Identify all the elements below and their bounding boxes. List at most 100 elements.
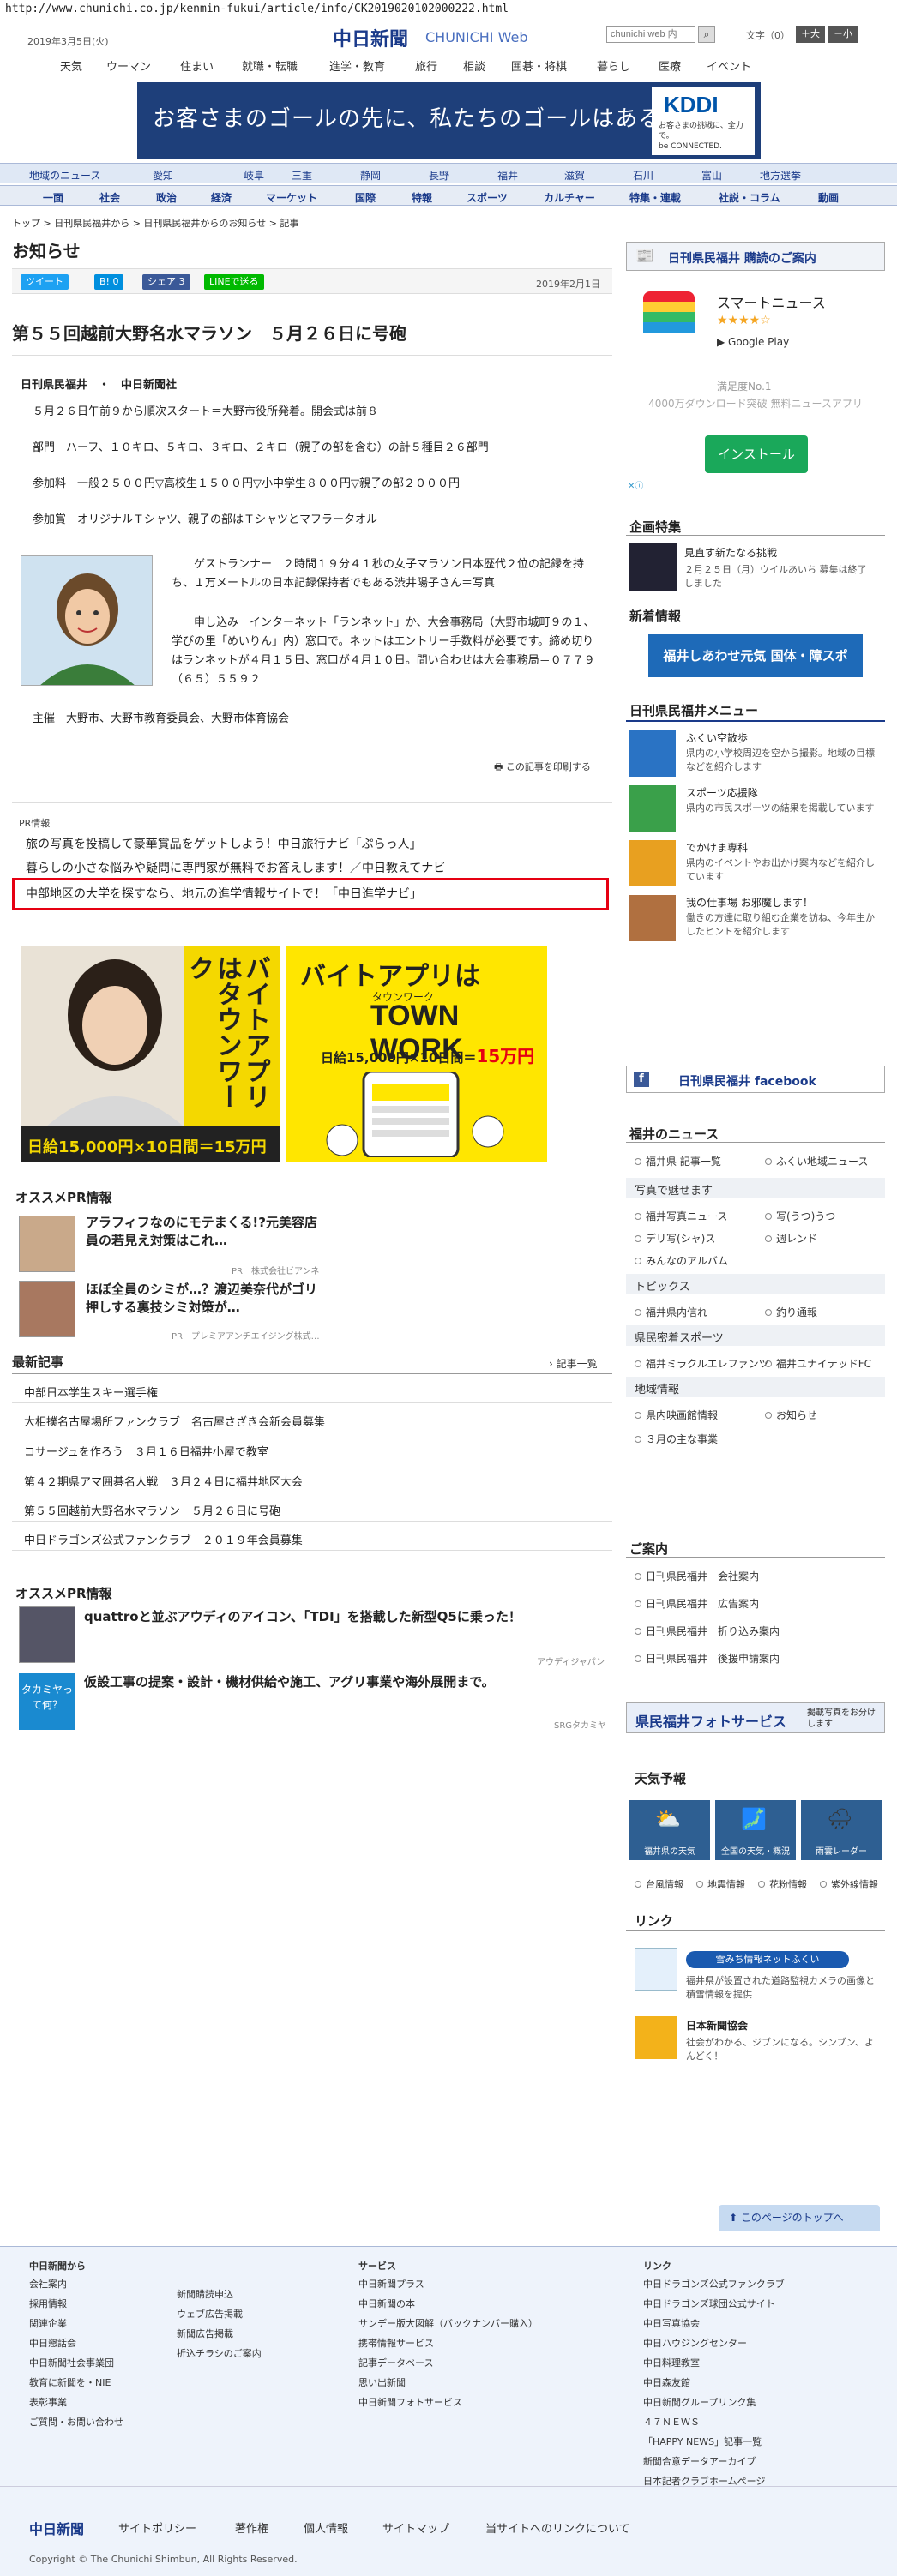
breadcrumb[interactable]: トップ > 日刊県民福井から > 日刊県民福井からのお知らせ > 記事	[12, 216, 298, 230]
area-link[interactable]: ３月の主な事業	[635, 1432, 718, 1446]
footer-link[interactable]: 中日新聞プラス	[358, 2274, 538, 2294]
cat-item[interactable]: 一面	[43, 190, 63, 205]
latest-item[interactable]: 第５５回越前大野名水マラソン ５月２６日に号砲	[24, 1502, 280, 1518]
footer-link[interactable]: ４７ＮＥＷＳ	[643, 2412, 785, 2432]
footer-link[interactable]: 教育に新聞を・NIE	[29, 2373, 123, 2393]
gnav-item[interactable]: 相談	[463, 57, 485, 74]
news-link[interactable]: ふくい地域ニュース	[765, 1154, 868, 1168]
footer-link[interactable]: ウェブ広告掲載	[177, 2304, 262, 2324]
pr-link[interactable]: 暮らしの小さな悩みや疑問に専門家が無料でお答えします！／中日教えてナビ	[26, 859, 445, 876]
footer-link[interactable]: 中日ドラゴンズ球団公式サイト	[643, 2294, 785, 2314]
area-link[interactable]: お知らせ	[765, 1408, 817, 1422]
region-item[interactable]: 地域のニュース	[29, 168, 100, 183]
footer-link[interactable]: 表彰事業	[29, 2393, 123, 2412]
weather-tile[interactable]: 全国の天気・概況 🗾	[715, 1800, 796, 1860]
facebook-banner[interactable]: f 日刊県民福井 facebook	[626, 1066, 885, 1093]
gnav-item[interactable]: 囲碁・将棋	[511, 57, 567, 74]
latest-item[interactable]: 大相撲名古屋場所ファンクラブ 名古屋さざき会新会員募集	[24, 1413, 325, 1429]
footer-link[interactable]: 中日新聞社会事業団	[29, 2353, 123, 2373]
sports-icon[interactable]	[629, 785, 676, 832]
sports-link[interactable]: 福井ミラクルエレファンツ	[635, 1356, 769, 1371]
gnav-item[interactable]: 進学・教育	[329, 57, 385, 74]
weather-link[interactable]: 地震情報	[696, 1877, 745, 1891]
footer-link[interactable]: 思い出新聞	[358, 2373, 538, 2393]
footer-link[interactable]: 新聞広告掲載	[177, 2324, 262, 2344]
cat-item[interactable]: 動画	[818, 190, 839, 205]
footer-link[interactable]: 携帯情報サービス	[358, 2333, 538, 2353]
photoservice-banner[interactable]: 県民福井フォトサービス 掲載写真をお分けします	[626, 1702, 885, 1733]
search-input[interactable]	[606, 26, 695, 43]
footer-link[interactable]: 中日新聞フォトサービス	[358, 2393, 538, 2412]
gnav-item[interactable]: 旅行	[415, 57, 437, 74]
footer-bottom-link[interactable]: サイトポリシー	[118, 2519, 196, 2536]
news-link[interactable]: 福井県 記事一覧	[635, 1154, 721, 1168]
pr-item-title[interactable]: quattroと並ぶアウディのアイコン、「TDI」を搭載した新型Q5に乗った！	[84, 1608, 564, 1626]
photo-link[interactable]: デリ写(シャ)ス	[635, 1231, 715, 1246]
menu-item-title[interactable]: ふくい空散歩	[686, 730, 748, 745]
region-item[interactable]: 愛知	[153, 168, 173, 183]
footer-link[interactable]: ご質問・お問い合わせ	[29, 2412, 123, 2432]
link-title[interactable]: 日本新聞協会	[686, 2018, 748, 2033]
region-item[interactable]: 地方選挙	[760, 168, 801, 183]
kikaku-thumb-icon[interactable]	[629, 543, 677, 591]
smartnews-ad[interactable]: スマートニュース ★★★★☆ ▶ Google Play 満足度No.1 400…	[626, 283, 885, 489]
latest-item[interactable]: 中日ドラゴンズ公式ファンクラブ ２０１９年会員募集	[24, 1531, 303, 1547]
footer-bottom-link[interactable]: 当サイトへのリンクについて	[485, 2519, 630, 2536]
gnav-item[interactable]: 就職・転職	[242, 57, 298, 74]
footer-link[interactable]: 中日森友館	[643, 2373, 785, 2393]
footer-bottom-link[interactable]: 個人情報	[304, 2519, 348, 2536]
footer-link[interactable]: 中日写真協会	[643, 2314, 785, 2333]
cat-item[interactable]: スポーツ	[467, 190, 508, 205]
car-thumb-icon[interactable]	[19, 1606, 75, 1663]
guide-link[interactable]: 日刊県民福井 後援申請案内	[635, 1651, 780, 1666]
tweet-button[interactable]: ツイート	[21, 274, 69, 290]
menu-item-title[interactable]: でかけま専科	[686, 840, 748, 855]
region-item[interactable]: 岐阜	[244, 168, 264, 183]
footer-link[interactable]: 中日ドラゴンズ公式ファンクラブ	[643, 2274, 785, 2294]
latest-item[interactable]: 中部日本学生スキー選手権	[24, 1384, 158, 1400]
pr-item-title[interactable]: 仮設工事の提案・設計・機材供給や施工、アグリ事業や海外展開まで。	[84, 1673, 564, 1691]
line-button[interactable]: LINEで送る	[204, 274, 264, 290]
footer-link[interactable]: 会社案内	[29, 2274, 123, 2294]
cat-item[interactable]: 経済	[211, 190, 232, 205]
footer-link[interactable]: 新聞購読申込	[177, 2285, 262, 2304]
latest-item[interactable]: コサージュを作ろう ３月１６日福井小屋で教室	[24, 1443, 268, 1459]
photo-link[interactable]: 写(うつ)うつ	[765, 1209, 835, 1223]
guide-link[interactable]: 日刊県民福井 広告案内	[635, 1596, 759, 1611]
pr-item-title[interactable]: ほぼ全員のシミが…？渡辺美奈代がゴリ押しする裏技シミ対策が…	[86, 1281, 326, 1317]
footer-link[interactable]: 中日新聞の本	[358, 2294, 538, 2314]
gnav-item[interactable]: 暮らし	[597, 57, 630, 74]
topics-link[interactable]: 福井県内信れ	[635, 1305, 707, 1319]
region-item[interactable]: 石川	[633, 168, 653, 183]
sora-sanpo-icon[interactable]	[629, 730, 676, 777]
hatena-button[interactable]: B! 0	[94, 274, 124, 290]
cat-item[interactable]: 特報	[412, 190, 432, 205]
cat-item[interactable]: 国際	[355, 190, 376, 205]
region-item[interactable]: 三重	[292, 168, 312, 183]
gnav-item[interactable]: 天気	[60, 57, 82, 74]
region-item[interactable]: 富山	[701, 168, 722, 183]
topics-link[interactable]: 釣り通報	[765, 1305, 817, 1319]
townwork-ad-right[interactable]: バイトアプリは タウンワーク TOWN WORK 日給15,000円×10日間＝…	[286, 946, 547, 1162]
kddi-banner-ad[interactable]: お客さまのゴールの先に、私たちのゴールはある。 KDDI お客さまの挑戦に、全力…	[137, 82, 761, 159]
footer-link[interactable]: 中日懇話会	[29, 2333, 123, 2353]
weather-link[interactable]: 花粉情報	[758, 1877, 807, 1891]
dekakema-icon[interactable]	[629, 840, 676, 886]
footer-link[interactable]: 中日新聞グループリンク集	[643, 2393, 785, 2412]
guide-link[interactable]: 日刊県民福井 会社案内	[635, 1569, 759, 1583]
region-item[interactable]: 滋賀	[564, 168, 585, 183]
font-minus-button[interactable]: －小	[828, 26, 858, 43]
photo-link[interactable]: みんなのアルバム	[635, 1253, 728, 1268]
address-bar[interactable]: http://www.chunichi.co.jp/kenmin-fukui/a…	[0, 0, 897, 19]
area-link[interactable]: 県内映画館情報	[635, 1408, 718, 1422]
menu-item-title[interactable]: スポーツ応援隊	[686, 785, 758, 800]
install-button[interactable]: インストール	[705, 435, 808, 473]
photo-link[interactable]: 週レンド	[765, 1231, 817, 1246]
pr-link[interactable]: 旅の写真を投稿して豪華賞品をゲットしよう！中日旅行ナビ「ぷらっ人」	[26, 835, 422, 852]
latest-more-link[interactable]: › 記事一覧	[549, 1356, 598, 1371]
yukimichi-title[interactable]: 雪みち情報ネットふくい	[686, 1951, 849, 1968]
weather-link[interactable]: 紫外線情報	[820, 1877, 878, 1891]
cat-item[interactable]: 政治	[156, 190, 177, 205]
pr-thumb-icon[interactable]	[19, 1281, 75, 1337]
site-logo[interactable]: 中日新聞	[333, 24, 408, 51]
